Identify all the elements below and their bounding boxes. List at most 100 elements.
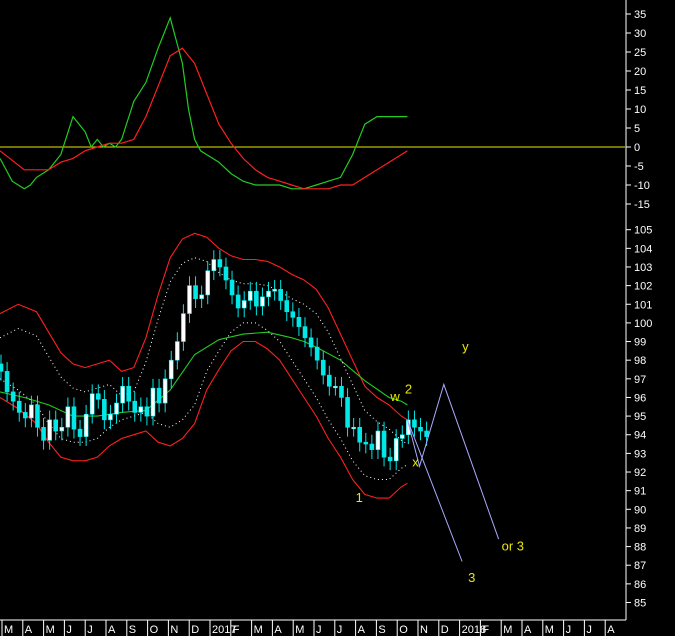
candle-body bbox=[162, 378, 168, 404]
candle-body bbox=[71, 406, 77, 430]
candle-body bbox=[260, 296, 265, 307]
candle-body bbox=[59, 426, 65, 432]
price-y-tick-label: 93 bbox=[634, 448, 646, 460]
candle-body bbox=[175, 341, 180, 361]
candle-body bbox=[418, 426, 423, 432]
x-tick-label: N bbox=[420, 624, 428, 636]
price-y-tick-label: 103 bbox=[634, 262, 652, 274]
candle-body bbox=[120, 385, 125, 404]
wave-label-w: w bbox=[389, 389, 400, 404]
x-tick-label: M bbox=[295, 624, 304, 636]
x-tick-label: D bbox=[441, 624, 449, 636]
price-y-tick-label: 100 bbox=[634, 318, 652, 330]
price-y-tick-label: 95 bbox=[634, 411, 646, 423]
oscillator-y-tick-label: 20 bbox=[634, 66, 646, 78]
candle-body bbox=[247, 290, 253, 301]
price-y-tick-label: 86 bbox=[634, 579, 646, 591]
price-y-tick-label: 99 bbox=[634, 337, 646, 349]
candle-body bbox=[284, 300, 290, 313]
candle-body bbox=[363, 441, 369, 445]
x-tick-label: J bbox=[337, 624, 343, 636]
candle-body bbox=[53, 419, 59, 432]
candle-body bbox=[223, 266, 229, 281]
price-y-tick-label: 98 bbox=[634, 355, 646, 367]
candle-body bbox=[290, 311, 296, 318]
candle-body bbox=[0, 363, 4, 372]
price-y-tick-label: 89 bbox=[634, 523, 646, 535]
candle-body bbox=[181, 313, 186, 342]
candle-body bbox=[144, 406, 150, 417]
x-tick-label: J bbox=[566, 624, 572, 636]
oscillator-y-tick-label: 5 bbox=[634, 123, 640, 135]
candle-body bbox=[357, 426, 363, 443]
oscillator-y-tick-label: 30 bbox=[634, 28, 646, 40]
candle-body bbox=[23, 412, 28, 419]
candle-body bbox=[369, 443, 375, 450]
oscillator-y-tick-label: -15 bbox=[634, 199, 650, 211]
candle-body bbox=[320, 359, 326, 376]
candle-body bbox=[47, 419, 52, 441]
candle-body bbox=[77, 428, 83, 437]
wave-label-3: 3 bbox=[468, 570, 475, 585]
oscillator-y-tick-label: 0 bbox=[634, 142, 640, 154]
candle-body bbox=[375, 430, 381, 450]
x-tick-label: J bbox=[87, 624, 93, 636]
price-y-tick-label: 92 bbox=[634, 467, 646, 479]
candle-body bbox=[229, 279, 235, 296]
x-tick-label: A bbox=[607, 624, 615, 636]
candle-body bbox=[132, 400, 138, 413]
candle-body bbox=[308, 337, 314, 348]
candle-body bbox=[10, 391, 16, 402]
x-tick-label: O bbox=[150, 624, 159, 636]
candle-body bbox=[83, 413, 89, 437]
candle-body bbox=[345, 397, 350, 428]
x-tick-label: M bbox=[4, 624, 13, 636]
candle-body bbox=[327, 374, 332, 387]
x-tick-label: A bbox=[108, 624, 116, 636]
x-tick-label: J bbox=[66, 624, 72, 636]
candle-body bbox=[29, 404, 34, 419]
wave-label-x: x bbox=[412, 454, 419, 469]
price-y-tick-label: 101 bbox=[634, 299, 652, 311]
price-y-tick-label: 94 bbox=[634, 430, 646, 442]
candle-body bbox=[393, 438, 399, 462]
candle-body bbox=[187, 285, 192, 314]
price-y-tick-label: 105 bbox=[634, 225, 652, 237]
candle-body bbox=[205, 270, 211, 296]
candle-body bbox=[114, 402, 119, 415]
price-y-tick-label: 87 bbox=[634, 560, 646, 572]
candle-body bbox=[65, 406, 71, 428]
candle-body bbox=[16, 400, 22, 413]
x-tick-label: M bbox=[503, 624, 512, 636]
candle-body bbox=[150, 387, 156, 417]
wave-label-y: y bbox=[462, 339, 469, 354]
x-tick-label: S bbox=[129, 624, 136, 636]
candle-body bbox=[235, 294, 241, 309]
candle-body bbox=[156, 387, 162, 404]
wave-label-1: 1 bbox=[356, 490, 363, 505]
candle-body bbox=[272, 289, 277, 292]
x-tick-label: J bbox=[586, 624, 592, 636]
candle-body bbox=[254, 290, 259, 307]
x-tick-label: A bbox=[274, 624, 282, 636]
wave-label-or-3: or 3 bbox=[502, 538, 524, 553]
candle-body bbox=[241, 300, 247, 309]
x-tick-label: F bbox=[233, 624, 240, 636]
candle-body bbox=[138, 406, 144, 413]
wave-label-2: 2 bbox=[405, 382, 412, 397]
candle-body bbox=[41, 426, 46, 441]
x-tick-label: J bbox=[316, 624, 322, 636]
oscillator-y-tick-label: 10 bbox=[634, 104, 646, 116]
candle-body bbox=[168, 359, 174, 380]
candle-body bbox=[424, 430, 429, 437]
x-tick-label: A bbox=[524, 624, 532, 636]
candle-body bbox=[102, 399, 107, 421]
candle-body bbox=[89, 393, 95, 415]
x-tick-label: O bbox=[399, 624, 408, 636]
candle-body bbox=[278, 289, 283, 301]
oscillator-y-tick-label: -10 bbox=[634, 180, 650, 192]
candle-body bbox=[399, 434, 405, 439]
x-tick-label: M bbox=[254, 624, 263, 636]
price-y-tick-label: 90 bbox=[634, 504, 646, 516]
x-tick-label: F bbox=[482, 624, 489, 636]
